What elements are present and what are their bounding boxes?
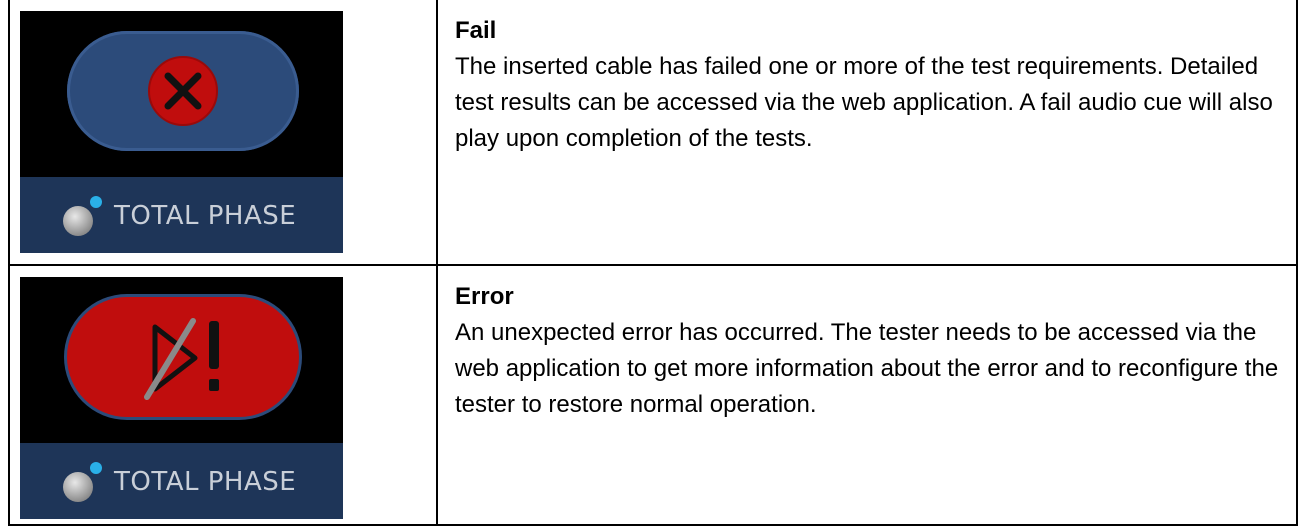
status-title: Error <box>455 283 514 310</box>
device-footer-band: TOTAL PHASE <box>20 443 343 519</box>
device-footer-band: TOTAL PHASE <box>20 177 343 253</box>
logo-text: TOTAL PHASE <box>114 467 297 497</box>
status-body: An unexpected error has occurred. The te… <box>455 319 1279 418</box>
error-exclamation-icon <box>144 318 219 400</box>
status-table: TOTAL PHASE Fail The inserted cable has … <box>8 0 1298 526</box>
column-divider <box>436 266 438 526</box>
total-phase-logo: TOTAL PHASE <box>56 193 326 239</box>
column-divider <box>436 0 438 264</box>
status-description: Fail The inserted cable has failed one o… <box>455 13 1288 157</box>
status-row-fail: TOTAL PHASE Fail The inserted cable has … <box>10 0 1296 264</box>
total-phase-logo-mark-icon <box>63 462 102 502</box>
logo-text: TOTAL PHASE <box>114 201 297 231</box>
status-body: The inserted cable has failed one or mor… <box>455 53 1273 152</box>
status-title: Fail <box>455 17 497 44</box>
status-pill <box>67 31 299 151</box>
total-phase-logo-mark-icon <box>63 196 102 236</box>
fail-x-icon <box>148 56 218 126</box>
device-screen-error: TOTAL PHASE <box>20 277 343 519</box>
status-pill <box>67 297 299 417</box>
status-description: Error An unexpected error has occurred. … <box>455 279 1288 423</box>
total-phase-logo: TOTAL PHASE <box>56 459 326 505</box>
status-row-error: TOTAL PHASE Error An unexpected error ha… <box>10 264 1296 526</box>
device-screen-fail: TOTAL PHASE <box>20 11 343 253</box>
